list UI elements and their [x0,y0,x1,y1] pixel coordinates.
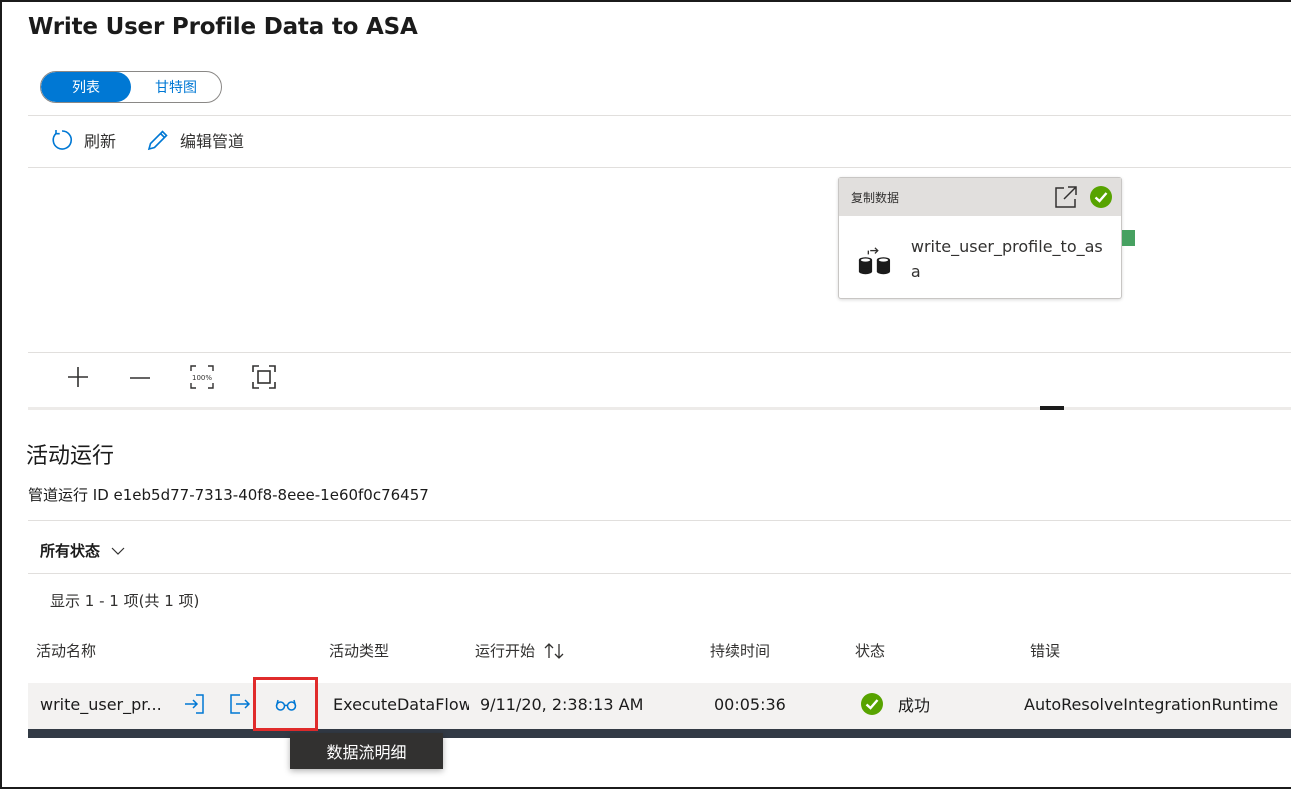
success-check-icon [861,693,883,715]
horizontal-scrollbar[interactable] [28,729,1291,738]
toggle-list[interactable]: 列表 [41,72,131,102]
divider [28,520,1291,521]
output-button[interactable] [226,690,254,718]
canvas-zoom-controls: 100% [60,363,282,391]
activity-type-label: 复制数据 [851,190,900,205]
open-external-icon[interactable] [1053,184,1079,210]
cell-activity-type: ExecuteDataFlow [333,695,469,714]
col-activity-type: 活动类型 [329,642,390,660]
col-run-start-label: 运行开始 [475,642,536,660]
toolbar: 刷新 编辑管道 [50,128,244,152]
success-check-icon [1090,186,1112,208]
zoom-100-text: 100% [192,374,212,382]
pipeline-run-id-value: e1eb5d77-7313-40f8-8eee-1e60f0c76457 [113,486,429,504]
page-title: Write User Profile Data to ASA [28,14,418,40]
status-text: 成功 [898,696,931,715]
plus-icon [68,367,88,387]
status-filter-label: 所有状态 [40,542,101,560]
input-button[interactable] [180,690,208,718]
col-activity-name: 活动名称 [36,642,97,660]
toggle-gantt[interactable]: 甘特图 [131,72,221,102]
zoom-100-icon: 100% [190,365,214,389]
tooltip: 数据流明细 [290,733,443,769]
edit-pipeline-button[interactable]: 编辑管道 [146,128,244,152]
cell-status: 成功 [860,692,930,716]
input-icon [185,694,204,714]
activity-card-body: write_user_profile_to_asa [839,216,1121,284]
col-run-start[interactable]: 运行开始 [475,640,565,661]
cell-error: AutoResolveIntegrationRuntime [1024,695,1279,714]
status-filter-dropdown[interactable]: 所有状态 [40,540,126,561]
item-count: 显示 1 - 1 项(共 1 项) [50,592,200,610]
activity-name: write_user_profile_to_asa [910,237,1103,281]
refresh-button[interactable]: 刷新 [50,128,116,152]
pipeline-run-id-label: 管道运行 ID [28,486,109,504]
zoom-100-button[interactable]: 100% [184,363,220,391]
cell-activity-name[interactable]: write_user_pr... [40,695,170,714]
pipeline-run-id: 管道运行 ID e1eb5d77-7313-40f8-8eee-1e60f0c7… [28,484,429,505]
fit-screen-icon [252,365,276,389]
chevron-down-icon [111,547,125,555]
divider [28,573,1291,574]
zoom-out-button[interactable] [122,363,158,391]
view-toggle: 列表 甘特图 [40,71,222,103]
activity-card-header: 复制数据 [839,178,1121,216]
cell-duration: 00:05:36 [714,695,786,714]
refresh-label: 刷新 [84,132,117,151]
cell-run-start: 9/11/20, 2:38:13 AM [480,695,644,714]
col-status: 状态 [855,642,886,660]
col-duration: 持续时间 [710,642,771,660]
activity-runs-title: 活动运行 [26,444,115,469]
divider [28,352,1291,353]
minus-icon [130,377,150,379]
refresh-icon [52,130,73,150]
edit-pipeline-label: 编辑管道 [180,132,245,151]
copy-data-icon [858,247,891,275]
splitter-handle[interactable] [1040,406,1064,410]
sort-icon[interactable] [543,642,565,660]
divider [28,167,1291,168]
success-output-port[interactable] [1122,230,1135,246]
fit-to-screen-button[interactable] [246,363,282,391]
zoom-in-button[interactable] [60,363,96,391]
col-error: 错误 [1030,642,1061,660]
activity-card[interactable]: 复制数据 write_user_profile_to_asa [838,177,1122,299]
output-icon [230,694,251,714]
divider [28,115,1291,116]
pencil-icon [147,130,168,151]
highlight-box [253,677,318,731]
window-frame [0,0,1291,789]
pane-splitter[interactable] [28,407,1291,410]
